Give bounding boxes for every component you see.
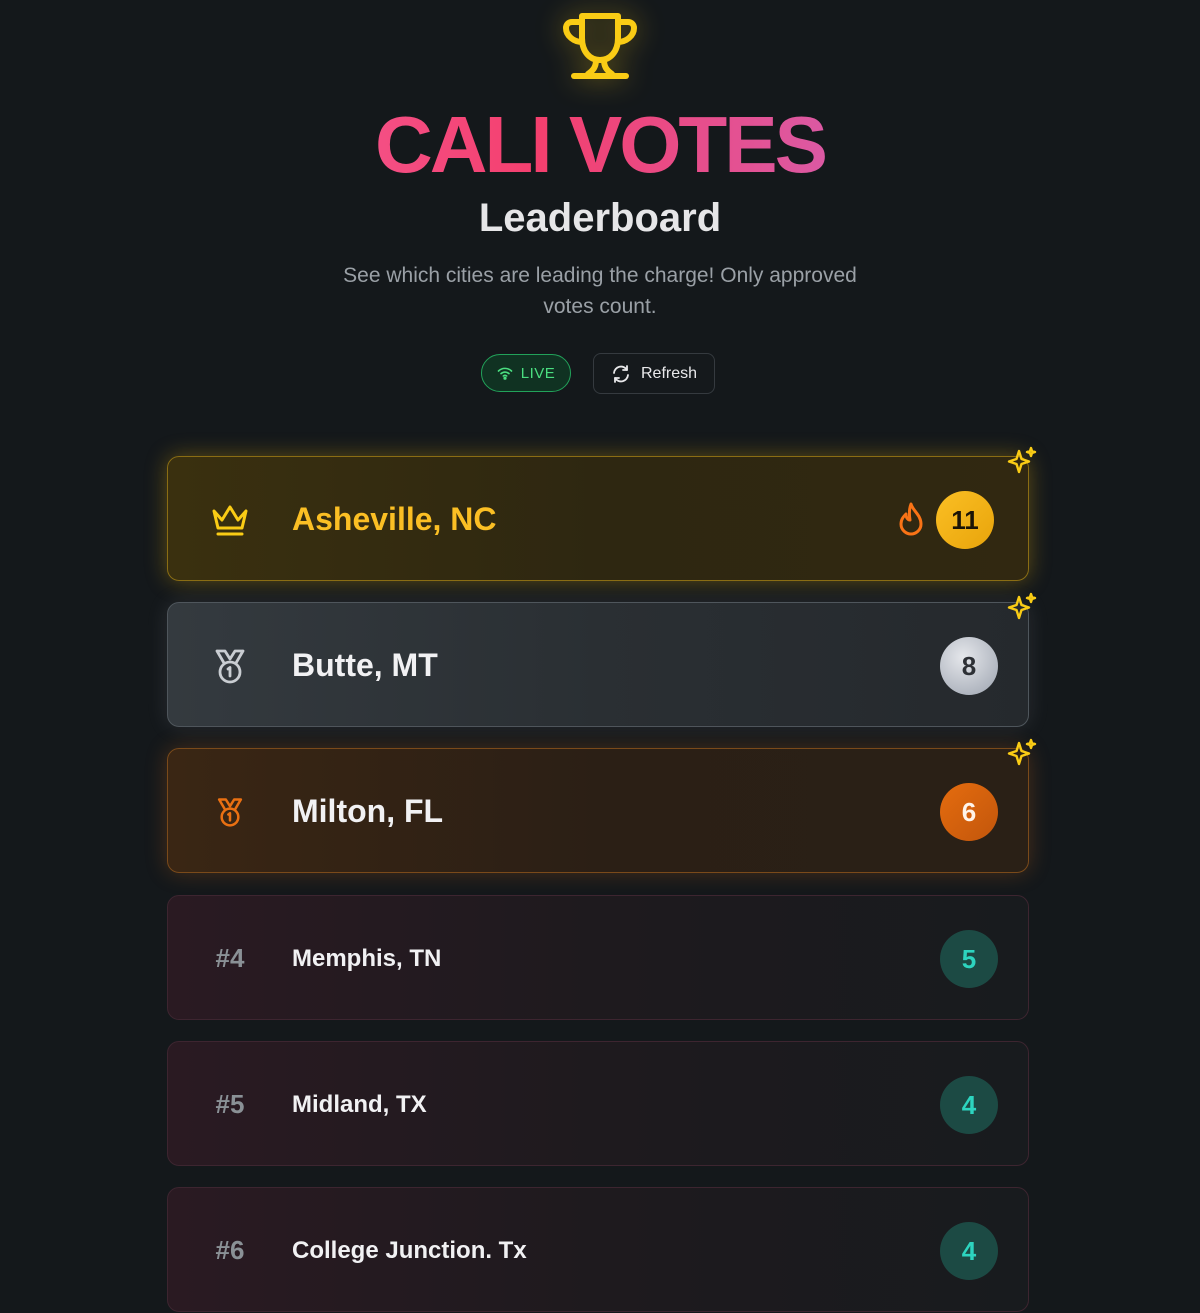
sparkle-icon xyxy=(1007,446,1037,474)
live-status-badge[interactable]: LIVE xyxy=(481,354,571,392)
rank-badge xyxy=(208,603,252,728)
wifi-icon xyxy=(497,367,513,380)
bronze-medal-icon xyxy=(217,797,243,827)
city-name: Memphis, TN xyxy=(292,944,442,972)
rank-number: #6 xyxy=(215,1235,245,1265)
page-title: Leaderboard xyxy=(478,196,722,240)
refresh-label: Refresh xyxy=(640,364,698,382)
leaderboard-row-3[interactable]: Milton, FL 6 xyxy=(167,748,1029,873)
refresh-icon xyxy=(613,364,629,383)
leaderboard-row-4[interactable]: #4 Memphis, TN 5 xyxy=(167,895,1029,1020)
silver-medal-icon xyxy=(215,649,245,683)
city-name: Asheville, NC xyxy=(292,501,497,537)
city-name: College Junction. Tx xyxy=(292,1236,527,1264)
sparkle-icon xyxy=(1007,738,1037,766)
leaderboard-row-6[interactable]: #6 College Junction. Tx 4 xyxy=(167,1187,1029,1312)
page-description: See which cities are leading the charge!… xyxy=(343,264,857,318)
city-name: Butte, MT xyxy=(292,647,438,683)
rank-number: #5 xyxy=(215,1089,245,1119)
vote-count: 5 xyxy=(940,930,998,988)
refresh-button[interactable]: Refresh xyxy=(593,353,715,394)
leaderboard-row-5[interactable]: #5 Midland, TX 4 xyxy=(167,1041,1029,1166)
rank-badge xyxy=(208,749,252,874)
app-title: CALI VOTES xyxy=(0,100,1200,190)
city-name: Midland, TX xyxy=(292,1090,427,1118)
vote-count: 11 xyxy=(936,491,994,549)
sparkle-icon xyxy=(1007,592,1037,620)
live-label: LIVE xyxy=(520,364,556,382)
crown-icon xyxy=(212,505,248,535)
city-name: Milton, FL xyxy=(292,793,444,829)
trophy-icon xyxy=(563,13,637,79)
vote-count: 8 xyxy=(940,637,998,695)
vote-count: 4 xyxy=(940,1076,998,1134)
fire-icon xyxy=(899,502,923,536)
vote-count: 6 xyxy=(940,783,998,841)
vote-count: 4 xyxy=(940,1222,998,1280)
leaderboard-row-2[interactable]: Butte, MT 8 xyxy=(167,602,1029,727)
rank-number: #4 xyxy=(215,943,245,973)
rank-badge xyxy=(208,457,252,582)
leaderboard-row-1[interactable]: Asheville, NC 11 xyxy=(167,456,1029,581)
